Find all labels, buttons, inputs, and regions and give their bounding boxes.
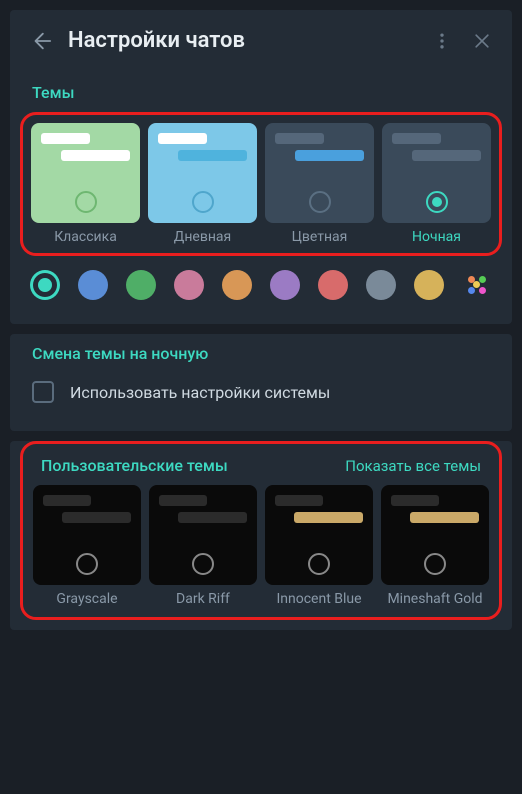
- custom-theme-grayscale[interactable]: Grayscale: [33, 485, 141, 607]
- close-icon[interactable]: [472, 31, 492, 51]
- custom-theme-gold[interactable]: Mineshaft Gold: [381, 485, 489, 607]
- accent-colors-row: [10, 256, 512, 314]
- checkbox-label: Использовать настройки системы: [70, 383, 330, 402]
- accent-purple[interactable]: [270, 270, 300, 300]
- theme-tinted[interactable]: Цветная: [265, 123, 374, 245]
- theme-label: Mineshaft Gold: [387, 591, 482, 607]
- theme-classic[interactable]: Классика: [31, 123, 140, 245]
- themes-title: Темы: [10, 71, 512, 112]
- accent-yellow[interactable]: [414, 270, 444, 300]
- theme-label: Дневная: [174, 229, 231, 245]
- more-icon[interactable]: [432, 31, 452, 51]
- accent-green[interactable]: [126, 270, 156, 300]
- theme-label: Классика: [54, 229, 117, 245]
- accent-custom[interactable]: [462, 270, 492, 300]
- theme-label: Ночная: [412, 229, 461, 245]
- custom-themes-title: Пользовательские темы: [41, 456, 228, 475]
- show-all-themes-link[interactable]: Показать все темы: [345, 457, 481, 475]
- use-system-settings-row[interactable]: Использовать настройки системы: [32, 381, 490, 403]
- header: Настройки чатов: [10, 10, 512, 71]
- theme-label: Dark Riff: [176, 591, 230, 607]
- accent-blue[interactable]: [78, 270, 108, 300]
- themes-highlight: Классика Дневная Цветная Ночная: [20, 112, 502, 256]
- theme-night[interactable]: Ночная: [382, 123, 491, 245]
- theme-day[interactable]: Дневная: [148, 123, 257, 245]
- back-icon[interactable]: [30, 30, 52, 52]
- custom-theme-innocent[interactable]: Innocent Blue: [265, 485, 373, 607]
- theme-label: Innocent Blue: [276, 591, 361, 607]
- checkbox-icon: [32, 381, 54, 403]
- accent-gray[interactable]: [366, 270, 396, 300]
- custom-theme-darkriff[interactable]: Dark Riff: [149, 485, 257, 607]
- theme-label: Grayscale: [56, 591, 117, 607]
- night-mode-title: Смена темы на ночную: [32, 344, 490, 363]
- custom-themes-highlight: Пользовательские темы Показать все темы …: [20, 441, 502, 620]
- accent-teal[interactable]: [30, 270, 60, 300]
- accent-pink[interactable]: [174, 270, 204, 300]
- theme-label: Цветная: [292, 229, 348, 245]
- accent-orange[interactable]: [222, 270, 252, 300]
- page-title: Настройки чатов: [68, 28, 412, 53]
- accent-red[interactable]: [318, 270, 348, 300]
